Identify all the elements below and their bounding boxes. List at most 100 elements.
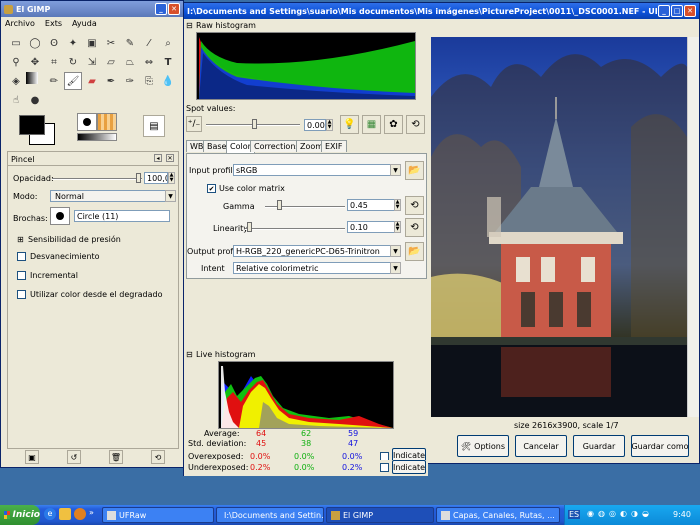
quick-launch-chevron-icon[interactable]: » [89,508,94,522]
output-profile-open-icon[interactable]: 📂 [405,242,424,261]
color-picker-icon[interactable]: ⁄ [140,34,158,52]
ie-icon[interactable]: e [44,508,56,520]
minimize-icon[interactable]: _ [155,3,167,15]
taskbar-item-layers[interactable]: Capas, Canales, Rutas, ... [436,507,560,523]
brush-preview[interactable] [77,113,97,131]
tray-icon-2[interactable]: ◍ [598,509,605,518]
perspective-icon[interactable]: ⏢ [121,53,139,71]
preview-image[interactable] [431,37,687,417]
tray-icon-6[interactable]: ◒ [642,509,649,518]
reset-gamma-icon[interactable]: ⟲ [405,196,424,215]
clone-icon[interactable]: ⎘ [140,72,158,90]
taskbar-item-gimp[interactable]: El GIMP [326,507,434,523]
text-icon[interactable]: T [159,53,177,71]
ufraw-maximize-icon[interactable]: □ [671,5,683,17]
options-button[interactable]: 🛠 Options [457,435,509,457]
pencil-icon[interactable]: ✏ [45,72,63,90]
menu-archivo[interactable]: Archivo [5,19,35,28]
live-histogram-label[interactable]: Live histogram [196,350,255,359]
crop-icon[interactable]: ⌗ [45,53,63,71]
input-profile-open-icon[interactable]: 📂 [405,161,424,180]
paintbrush-icon[interactable]: 🖌 [64,72,82,90]
output-profile-dropdown-icon[interactable]: ▼ [390,245,401,257]
gamma-slider-thumb[interactable] [277,200,282,210]
lasso-icon[interactable]: ʘ [45,34,63,52]
ufraw-titlebar[interactable]: I:\Documents and Settings\suario\Mis doc… [184,3,699,19]
incremental-checkbox[interactable] [17,271,26,280]
scissors-icon[interactable]: ✂ [102,34,120,52]
ufraw-close-icon[interactable]: ✕ [684,5,696,17]
bucket-fill-icon[interactable]: ◈ [7,72,25,90]
active-image-thumbnail[interactable]: ▤ [143,115,165,137]
pressure-sensitivity-expander[interactable]: Sensibilidad de presión [28,235,121,244]
ufraw-minimize-icon[interactable]: _ [658,5,670,17]
restore-details-icon[interactable]: ✿ [384,115,403,134]
opacity-value-field[interactable]: 100,0 [144,172,168,184]
intent-select[interactable]: Relative colorimetric [233,262,401,274]
paths-icon[interactable]: ✎ [121,34,139,52]
panel-tab-icon[interactable]: ◂ [154,154,162,162]
ellipse-select-icon[interactable]: ◯ [26,34,44,52]
cancel-button[interactable]: Cancelar [515,435,567,457]
brush-button[interactable] [50,207,70,225]
reset-linearity-icon[interactable]: ⟲ [405,218,424,237]
smudge-icon[interactable]: ☝ [7,91,25,109]
linearity-value-field[interactable]: 0.10 [347,221,395,233]
menu-exts[interactable]: Exts [45,19,62,28]
eraser-icon[interactable]: ▰ [83,72,101,90]
tray-icon-5[interactable]: ◑ [631,509,638,518]
intent-dropdown-icon[interactable]: ▼ [390,262,401,274]
gimp-titlebar[interactable]: El GIMP _ ✕ [1,1,183,17]
mode-dropdown-icon[interactable]: ▼ [165,190,176,202]
fade-checkbox[interactable] [17,252,26,261]
color-select-icon[interactable]: ▣ [83,34,101,52]
live-histogram-toggle-icon[interactable]: ⊟ [186,350,193,359]
use-color-matrix-checkbox[interactable]: ✔ [207,184,216,193]
zoom-icon[interactable]: ⌕ [159,34,177,52]
opacity-slider-thumb[interactable] [136,173,141,183]
ink-icon[interactable]: ✑ [121,72,139,90]
gradient-color-checkbox[interactable] [17,290,26,299]
menu-ayuda[interactable]: Ayuda [72,19,97,28]
rect-select-icon[interactable]: ▭ [7,34,25,52]
reset-options-icon[interactable]: ⟲ [151,450,165,464]
clip-highlights-icon[interactable]: ▦ [362,115,381,134]
restore-options-icon[interactable]: ↺ [67,450,81,464]
fuzzy-select-icon[interactable]: ✦ [64,34,82,52]
move-icon[interactable]: ✥ [26,53,44,71]
underexposed-indicate-button[interactable]: Indicate [392,460,426,474]
scale-icon[interactable]: ⇲ [83,53,101,71]
exposure-slider-thumb[interactable] [252,119,257,129]
linearity-spinner[interactable]: ▲ ▼ [394,221,401,233]
folder-icon[interactable] [59,508,71,520]
exposure-spinner[interactable]: ▲ ▼ [326,119,333,131]
opacity-spinner[interactable]: ▲ ▼ [168,172,175,184]
panel-close-icon[interactable]: ✕ [166,154,174,162]
brush-pattern-preview[interactable] [77,113,119,147]
output-profile-select[interactable]: H-RGB_220_genericPC-D65-Trinitron [233,245,401,257]
language-indicator[interactable]: ES [568,510,581,519]
linearity-slider-track[interactable] [245,228,345,230]
tray-icon-1[interactable]: ◉ [587,509,594,518]
gamma-value-field[interactable]: 0.45 [347,199,395,211]
tray-icon-4[interactable]: ◐ [620,509,627,518]
reset-exposure-icon[interactable]: ⟲ [406,115,425,134]
input-profile-select[interactable]: sRGB [233,164,401,176]
tab-exif[interactable]: EXIF [321,140,347,152]
blur-icon[interactable]: 💧 [159,72,177,90]
pattern-preview[interactable] [97,113,117,131]
raw-histogram-toggle-icon[interactable]: ⊟ [186,21,193,30]
underexposed-indicate-checkbox[interactable] [380,463,389,472]
save-options-icon[interactable]: ▣ [25,450,39,464]
raw-histogram-label[interactable]: Raw histogram [196,21,256,30]
opacity-slider-track[interactable] [52,178,142,180]
mode-select[interactable]: Normal [50,190,170,202]
tray-icon-3[interactable]: ◎ [609,509,616,518]
expand-pressure-icon[interactable]: ⊞ [17,235,24,244]
exposure-value-field[interactable]: 0.00 [304,119,326,131]
input-profile-dropdown-icon[interactable]: ▼ [390,164,401,176]
measure-icon[interactable]: ⚲ [7,53,25,71]
gamma-spinner[interactable]: ▲ ▼ [394,199,401,211]
delete-options-icon[interactable]: 🗑 [109,450,123,464]
gradient-preview[interactable] [77,133,117,141]
